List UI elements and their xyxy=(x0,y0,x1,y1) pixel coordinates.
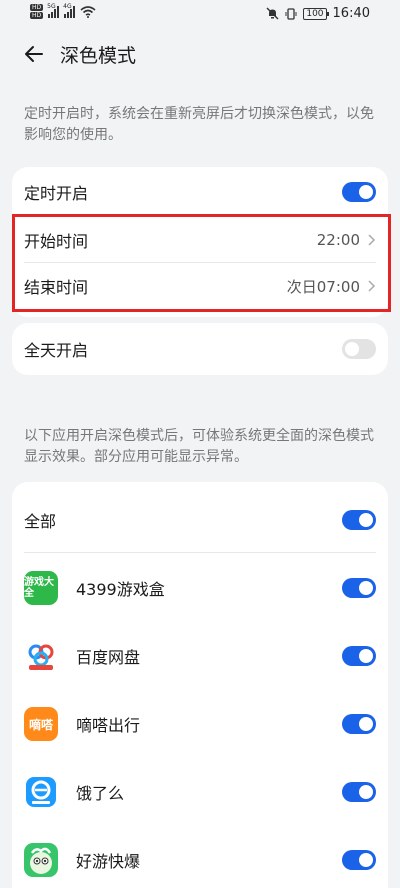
4399-game-box-icon: 游戏大全 xyxy=(24,571,58,605)
app-toggle[interactable] xyxy=(342,578,376,598)
page-title: 深色模式 xyxy=(60,45,137,67)
divider xyxy=(24,552,376,553)
baidu-netdisk-icon xyxy=(24,639,58,673)
page-header: 深色模式 xyxy=(0,30,400,78)
app-row[interactable]: 嘀嗒 嘀嗒出行 xyxy=(12,702,388,746)
haoyou-kuaibao-icon xyxy=(24,843,58,877)
eleme-icon xyxy=(24,775,58,809)
status-bar: HD HD 5G 4G 100 16:40 xyxy=(0,0,400,30)
apps-description: 以下应用开启深色模式后，可体验系统更全面的深色模式显示效果。部分应用可能显示异常… xyxy=(24,428,374,465)
app-name: 好游快爆 xyxy=(76,852,141,871)
signal-5g-icon: 5G xyxy=(47,3,60,18)
apps-card: 全部 游戏大全 4399游戏盒 百度网盘 嘀嗒 嘀嗒出行 饿了么 好游快爆 xyxy=(12,482,388,888)
timed-enable-row[interactable]: 定时开启 xyxy=(12,167,388,217)
all-apps-label: 全部 xyxy=(24,512,57,531)
all-day-card: 全天开启 xyxy=(12,323,388,375)
app-name: 饿了么 xyxy=(76,784,125,803)
signal-4g-icon: 4G xyxy=(63,3,76,18)
app-name: 嘀嗒出行 xyxy=(76,716,141,735)
all-apps-toggle[interactable] xyxy=(342,510,376,530)
timed-enable-toggle[interactable] xyxy=(342,182,376,202)
wifi-icon xyxy=(80,5,96,18)
back-arrow-icon[interactable] xyxy=(22,42,46,66)
status-bar-right: 100 16:40 xyxy=(266,6,370,21)
dida-chuxing-icon: 嘀嗒 xyxy=(24,707,58,741)
all-apps-row[interactable]: 全部 xyxy=(12,496,388,544)
clock: 16:40 xyxy=(332,6,370,21)
app-name: 百度网盘 xyxy=(76,648,141,667)
highlight-box xyxy=(12,214,391,312)
timed-enable-label: 定时开启 xyxy=(24,184,89,203)
app-row[interactable]: 饿了么 xyxy=(12,770,388,814)
sim-indicators: HD HD xyxy=(30,4,44,19)
schedule-description: 定时开启时，系统会在重新亮屏后才切换深色模式，以免影响您的使用。 xyxy=(24,106,374,143)
sim1-hd-label: HD xyxy=(30,4,44,11)
app-name: 4399游戏盒 xyxy=(76,580,165,599)
app-toggle[interactable] xyxy=(342,714,376,734)
battery-icon: 100 xyxy=(303,7,329,20)
app-toggle[interactable] xyxy=(342,850,376,870)
mute-bell-icon xyxy=(266,7,279,20)
status-bar-left: HD HD 5G 4G xyxy=(30,3,96,19)
app-row[interactable]: 百度网盘 xyxy=(12,634,388,678)
sim2-hd-label: HD xyxy=(30,12,44,19)
vibrate-icon xyxy=(285,7,297,20)
all-day-label: 全天开启 xyxy=(24,341,89,360)
all-day-toggle[interactable] xyxy=(342,339,376,359)
app-toggle[interactable] xyxy=(342,782,376,802)
app-row[interactable]: 游戏大全 4399游戏盒 xyxy=(12,566,388,610)
app-toggle[interactable] xyxy=(342,646,376,666)
all-day-row[interactable]: 全天开启 xyxy=(12,323,388,375)
app-row[interactable]: 好游快爆 xyxy=(12,838,388,882)
